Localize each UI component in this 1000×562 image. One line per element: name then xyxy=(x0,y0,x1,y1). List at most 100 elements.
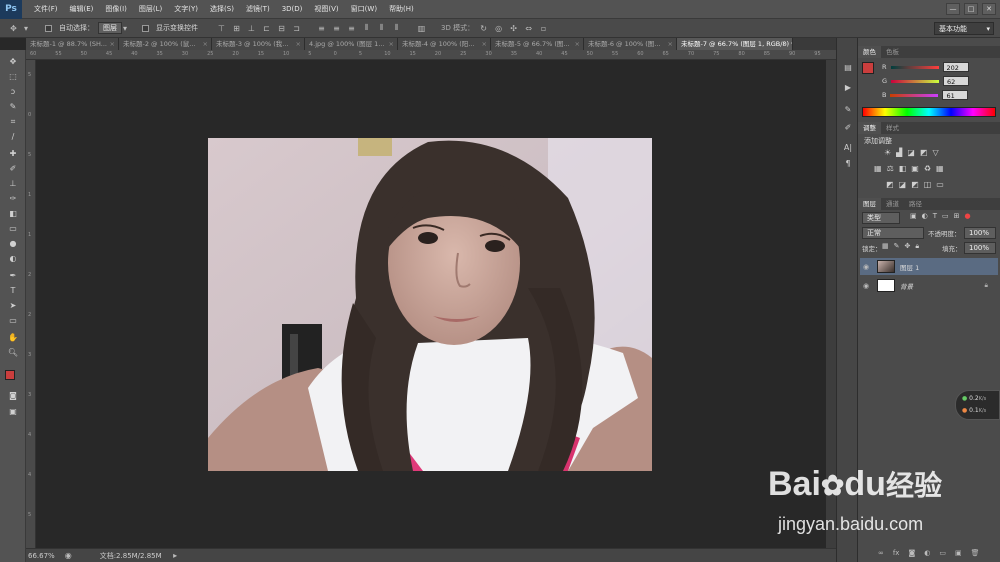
screen-mode-icon[interactable]: ▣ xyxy=(7,406,19,418)
paragraph-panel-icon[interactable]: ¶ xyxy=(842,158,854,170)
distribute-right-icon[interactable]: ⦀ xyxy=(391,23,402,34)
play-icon[interactable]: ▸ xyxy=(170,550,181,561)
slide-3d-icon[interactable]: ⇔ xyxy=(523,23,534,34)
new-layer-icon[interactable]: ▣ xyxy=(955,549,962,557)
opacity-field[interactable]: 100% xyxy=(964,227,996,239)
link-layers-icon[interactable]: ∞ xyxy=(878,549,884,557)
maximize-button[interactable]: □ xyxy=(964,3,978,15)
marquee-icon[interactable]: ⬚ xyxy=(7,71,19,83)
layer-row-background[interactable]: ◉ 背景 🔒︎ xyxy=(860,277,998,294)
menu-3d[interactable]: 3D(D) xyxy=(276,5,309,13)
close-icon[interactable]: × xyxy=(575,38,580,50)
auto-select-checkbox[interactable] xyxy=(45,24,52,32)
close-icon[interactable]: × xyxy=(203,38,208,50)
lock-transparent-icon[interactable]: ▦ xyxy=(882,242,889,251)
tab-document-2[interactable]: 未标题-2 @ 100% (鼠... × xyxy=(119,38,212,50)
fill-field[interactable]: 100% xyxy=(964,242,996,254)
tab-layers[interactable]: 图层 xyxy=(858,198,881,210)
fg-color-swatch[interactable] xyxy=(862,62,874,74)
vibrance-icon[interactable]: ▽ xyxy=(932,148,938,157)
shape-icon[interactable]: ▭ xyxy=(7,315,19,327)
layer-row-1[interactable]: ◉ 图层 1 xyxy=(860,258,998,275)
tab-styles[interactable]: 样式 xyxy=(881,122,904,134)
workspace-select[interactable]: 基本功能 ▾ xyxy=(934,22,994,35)
new-adjustment-icon[interactable]: ◐ xyxy=(924,549,930,557)
channel-mixer-icon[interactable]: ♻ xyxy=(924,164,931,173)
tab-adjustments[interactable]: 调整 xyxy=(858,122,881,134)
menu-select[interactable]: 选择(S) xyxy=(204,4,240,14)
color-lookup-icon[interactable]: ▦ xyxy=(936,164,944,173)
selective-color-icon[interactable]: ◫ xyxy=(924,180,932,189)
move-icon[interactable]: ✥ xyxy=(7,56,19,68)
tab-color[interactable]: 颜色 xyxy=(858,46,881,58)
lock-brush-icon[interactable]: ✎ xyxy=(894,242,900,251)
photo-filter-icon[interactable]: ▣ xyxy=(911,164,919,173)
show-transform-checkbox[interactable] xyxy=(142,24,149,32)
lock-all-icon[interactable]: 🔒︎ xyxy=(915,242,919,251)
tab-document-6[interactable]: 未标题-5 @ 66.7% (图... × xyxy=(491,38,584,50)
filter-type-icon[interactable]: T xyxy=(933,212,937,220)
filter-toggle-icon[interactable]: ● xyxy=(965,212,971,220)
tab-document-3[interactable]: 未标题-3 @ 100% (我... × xyxy=(212,38,305,50)
brush-presets-icon[interactable]: ✐ xyxy=(842,122,854,134)
eye-icon[interactable]: ◉ xyxy=(860,282,872,290)
status-info-icon[interactable]: ◉ xyxy=(63,550,74,561)
align-hcenter-icon[interactable]: ⊟ xyxy=(276,23,287,34)
hue-sat-icon[interactable]: ▦ xyxy=(874,164,882,173)
eraser-icon[interactable]: ◧ xyxy=(7,208,19,220)
tab-paths[interactable]: 路径 xyxy=(904,198,927,210)
clone-stamp-icon[interactable]: ⊥ xyxy=(7,178,19,190)
distribute-left-icon[interactable]: ⦀ xyxy=(361,23,372,34)
layer-name[interactable]: 图层 1 xyxy=(900,262,919,272)
lasso-icon[interactable]: ↄ xyxy=(7,86,19,98)
color-spectrum[interactable] xyxy=(862,107,996,117)
history-brush-icon[interactable]: ✑ xyxy=(7,193,19,205)
menu-edit[interactable]: 编辑(E) xyxy=(64,4,100,14)
menu-layer[interactable]: 图层(L) xyxy=(133,4,168,14)
filter-pixel-icon[interactable]: ▣ xyxy=(910,212,917,220)
tab-document-active[interactable]: 未标题-7 @ 66.7% (图层 1, RGB/8) * × xyxy=(677,38,793,50)
brush-icon[interactable]: ✐ xyxy=(7,163,19,175)
history-panel-icon[interactable]: ▤ xyxy=(842,62,854,74)
hand-icon[interactable]: ✋ xyxy=(7,332,19,344)
lock-move-icon[interactable]: ✥ xyxy=(905,242,911,251)
layer-filter-select[interactable]: 类型 xyxy=(862,212,902,224)
new-group-icon[interactable]: ▭ xyxy=(939,549,946,557)
tab-channels[interactable]: 通道 xyxy=(881,198,904,210)
align-left-icon[interactable]: ⊏ xyxy=(261,23,272,34)
gradient-map-icon[interactable]: ▭ xyxy=(936,180,944,189)
roll-3d-icon[interactable]: ◎ xyxy=(493,23,504,34)
menu-image[interactable]: 图像(I) xyxy=(99,4,133,14)
align-top-icon[interactable]: ⊤ xyxy=(216,23,227,34)
exposure-icon[interactable]: ◩ xyxy=(920,148,928,157)
zoom-level[interactable]: 66.67% xyxy=(28,552,55,560)
menu-help[interactable]: 帮助(H) xyxy=(383,4,420,14)
foreground-color-swatch[interactable] xyxy=(5,370,15,380)
type-icon[interactable]: T xyxy=(7,285,19,297)
tab-document-1[interactable]: 未标题-1 @ 88.7% (SH... × xyxy=(26,38,119,50)
chevron-down-icon[interactable]: ▾ xyxy=(23,23,29,34)
menu-file[interactable]: 文件(F) xyxy=(28,4,64,14)
close-icon[interactable]: × xyxy=(296,38,301,50)
close-icon[interactable]: × xyxy=(482,38,487,50)
auto-select-dropdown[interactable]: 图层 xyxy=(98,22,122,34)
red-slider[interactable] xyxy=(890,65,939,69)
levels-icon[interactable]: ▟ xyxy=(896,148,902,157)
align-bottom-icon[interactable]: ⊥ xyxy=(246,23,257,34)
close-icon[interactable]: × xyxy=(389,38,394,50)
quick-select-icon[interactable]: ✎ xyxy=(7,101,19,113)
move-tool-icon[interactable]: ✥ xyxy=(8,23,19,34)
drag-3d-icon[interactable]: ✣ xyxy=(508,23,519,34)
blur-icon[interactable]: ● xyxy=(7,238,19,250)
healing-brush-icon[interactable]: ✚ xyxy=(7,148,19,160)
tab-document-5[interactable]: 未标题-4 @ 100% (阳... × xyxy=(398,38,491,50)
menu-filter[interactable]: 滤镜(T) xyxy=(240,4,276,14)
path-select-icon[interactable]: ➤ xyxy=(7,300,19,312)
color-balance-icon[interactable]: ⚖ xyxy=(887,164,894,173)
close-icon[interactable]: × xyxy=(668,38,673,50)
character-panel-icon[interactable]: A| xyxy=(842,142,854,154)
blue-slider[interactable] xyxy=(890,93,939,97)
curves-icon[interactable]: ◪ xyxy=(907,148,915,157)
close-button[interactable]: ✕ xyxy=(982,3,996,15)
dodge-icon[interactable]: ◐ xyxy=(7,253,19,265)
